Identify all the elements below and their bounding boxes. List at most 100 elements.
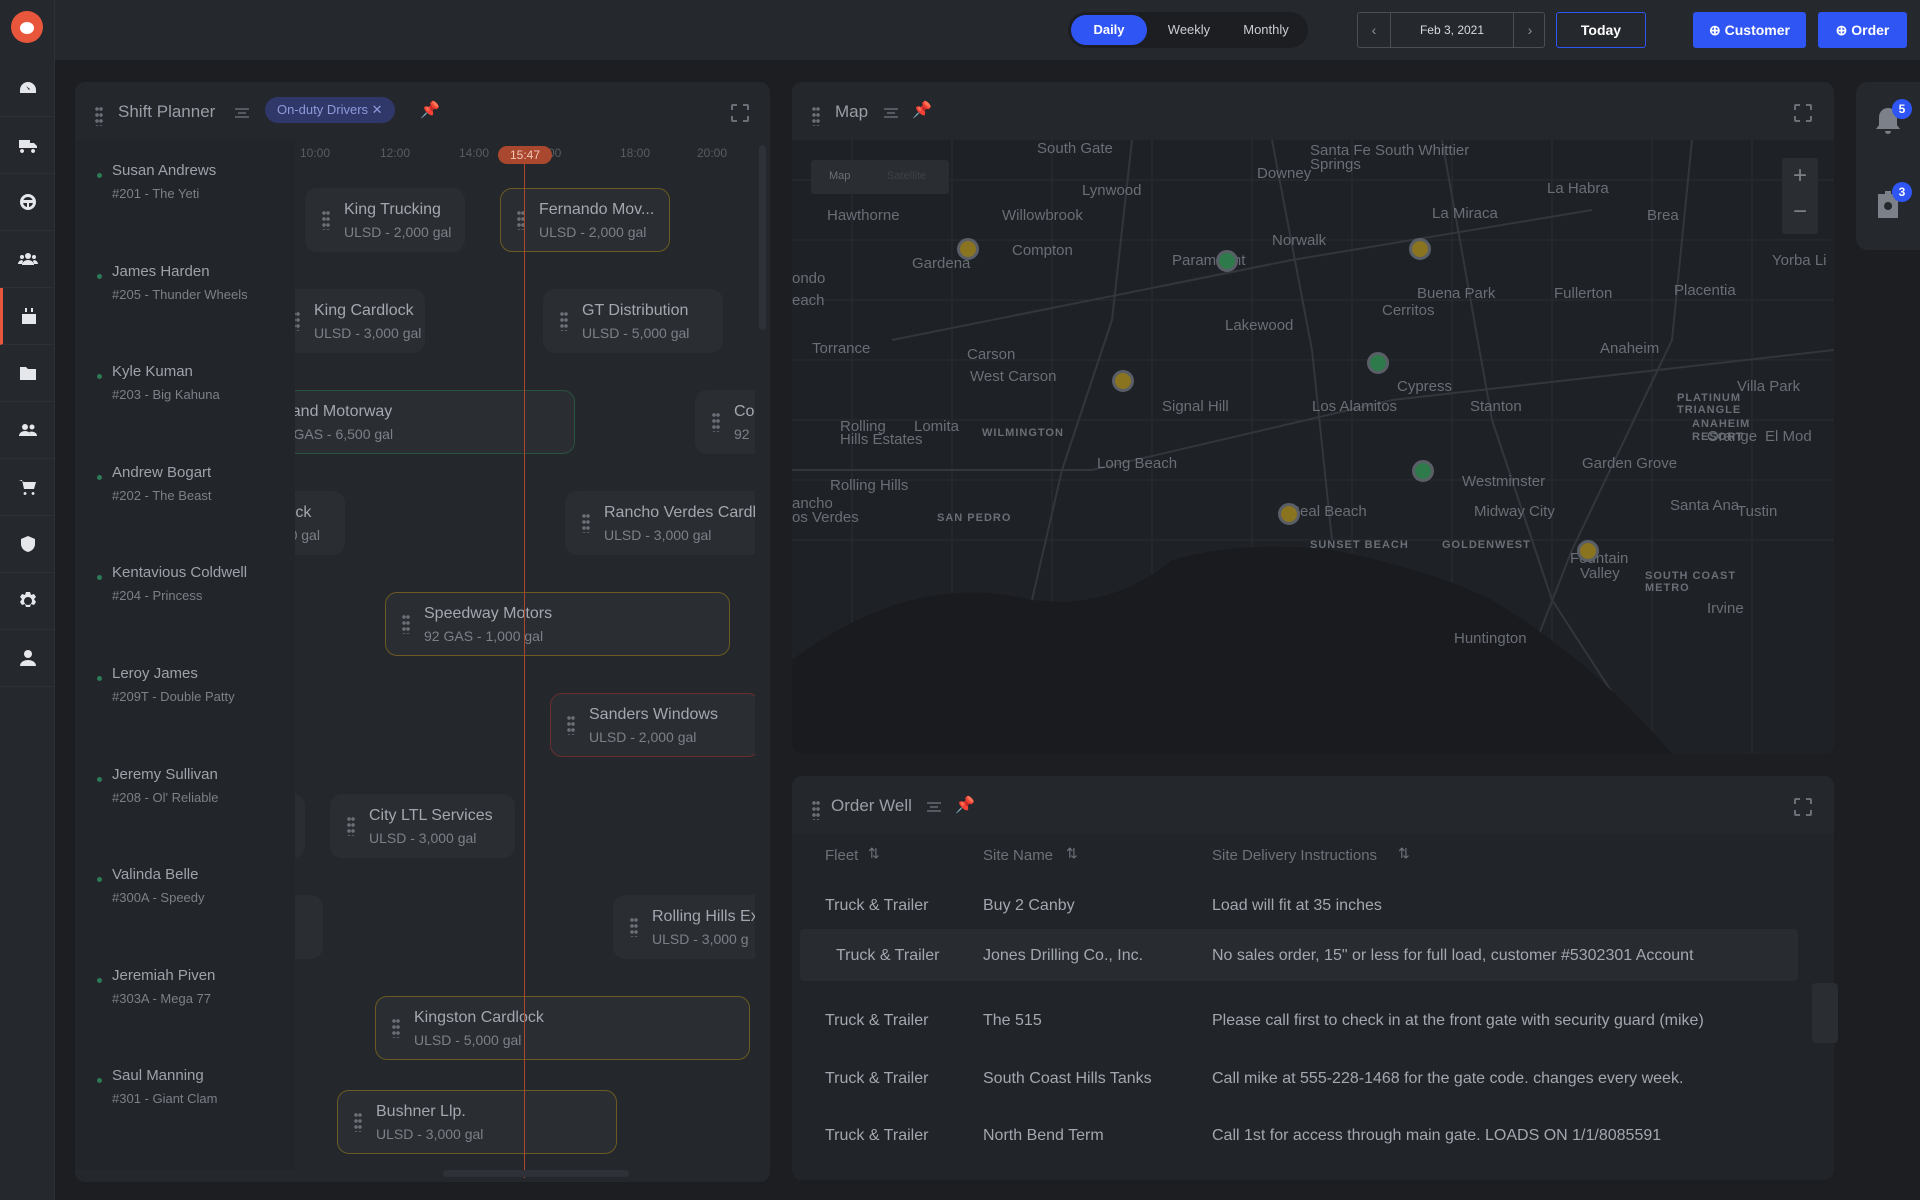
driver-row[interactable]: James Harden #205 - Thunder Wheels [75,263,295,323]
delivery-job-card[interactable]: King Trucking ULSD - 2,000 gal [305,188,465,252]
map-location-pin[interactable] [1112,370,1134,392]
delivery-job-card[interactable]: Grand Motorway 92 GAS - 6,500 gal [295,390,575,454]
delivery-job-card[interactable]: City LTL Services ULSD - 3,000 gal [330,794,515,858]
satellite-toggle-option[interactable]: Satellite [887,170,926,182]
map-toggle-option[interactable]: Map [829,170,850,182]
drag-handle-icon[interactable] [567,715,575,735]
column-header-instructions[interactable]: Site Delivery Instructions [1212,847,1377,864]
delivery-job-card[interactable]: dlock 000 gal [295,491,345,555]
instructions-cell: No sales order, 15" or less for full loa… [1212,947,1694,964]
truck-icon[interactable] [0,117,55,174]
delivery-job-card[interactable]: GT Distribution ULSD - 5,000 gal [543,289,723,353]
cart-icon[interactable] [0,459,55,516]
delivery-job-card[interactable]: kgal [295,895,323,959]
sort-icon[interactable]: ⇅ [1066,845,1078,862]
folder-icon[interactable] [0,345,55,402]
expand-icon[interactable] [1793,797,1813,817]
gear-icon[interactable] [0,573,55,630]
map-location-pin[interactable] [1278,503,1300,525]
pin-icon[interactable]: 📌 [420,100,440,120]
vertical-scrollbar[interactable] [759,145,766,330]
expand-icon[interactable] [1793,103,1813,123]
map-location-pin[interactable] [1577,540,1599,562]
chevron-right-icon[interactable]: › [1514,13,1546,47]
expand-icon[interactable] [730,103,750,123]
add-customer-button[interactable]: ⊕ Customer [1693,12,1806,48]
sort-icon[interactable]: ⇅ [1398,845,1410,862]
map-location-pin[interactable] [1412,460,1434,482]
map-place-label: Midway City [1474,503,1555,520]
weekly-tab[interactable]: Weekly [1152,15,1226,45]
drag-handle-icon[interactable] [95,106,103,126]
sort-icon[interactable]: ⇅ [868,845,880,862]
map-place-label: Westminster [1462,473,1546,490]
delivery-job-card[interactable]: Bushner Llp. ULSD - 3,000 gal [337,1090,617,1154]
delivery-job-card[interactable]: al [295,794,305,858]
job-name: City LTL Services [369,807,493,824]
add-order-button[interactable]: ⊕ Order [1818,12,1907,48]
driver-row[interactable]: Susan Andrews #201 - The Yeti [75,162,295,222]
drag-handle-icon[interactable] [347,816,355,836]
drag-handle-icon[interactable] [812,106,820,126]
filter-icon[interactable] [884,108,898,118]
delivery-job-card[interactable]: King Cardlock ULSD - 3,000 gal [295,289,425,353]
app-logo[interactable] [11,11,43,43]
user-icon[interactable] [0,630,55,687]
horizontal-scrollbar[interactable] [443,1170,629,1177]
filter-icon[interactable] [235,108,249,118]
column-header-fleet[interactable]: Fleet [825,847,858,864]
delivery-job-card[interactable]: Kingston Cardlock ULSD - 5,000 gal [375,996,750,1060]
delivery-job-card[interactable]: Co 92 [695,390,755,454]
drag-handle-icon[interactable] [392,1018,400,1038]
steering-wheel-icon[interactable] [0,174,55,231]
monthly-tab[interactable]: Monthly [1228,15,1304,45]
today-button[interactable]: Today [1556,12,1646,48]
driver-row[interactable]: Saul Manning #301 - Giant Clam [75,1067,295,1127]
scroll-indicator[interactable] [1812,983,1838,1043]
on-duty-filter-chip[interactable]: On-duty Drivers ✕ [265,97,395,123]
drag-handle-icon[interactable] [295,311,300,331]
driver-truck: #202 - The Beast [112,487,212,503]
drag-handle-icon[interactable] [354,1112,362,1132]
users-group-icon[interactable] [0,231,55,288]
driver-row[interactable]: Kentavious Coldwell #204 - Princess [75,564,295,624]
pin-icon[interactable]: 📌 [955,795,975,815]
map-location-pin[interactable] [1216,250,1238,272]
delivery-job-card[interactable]: Fernando Mov... ULSD - 2,000 gal [500,188,670,252]
delivery-job-card[interactable]: Speedway Motors 92 GAS - 1,000 gal [385,592,730,656]
driver-row[interactable]: Valinda Belle #300A - Speedy [75,866,295,926]
delivery-job-card[interactable]: Rolling Hills Ex ULSD - 3,000 g [613,895,755,959]
map-location-pin[interactable] [1409,238,1431,260]
chevron-left-icon[interactable]: ‹ [1358,13,1390,47]
zoom-out-button[interactable]: − [1782,194,1818,230]
column-header-site[interactable]: Site Name [983,847,1053,864]
zoom-in-button[interactable]: + [1782,158,1818,194]
drag-handle-icon[interactable] [712,412,720,432]
driver-row[interactable]: Jeremiah Piven #303A - Mega 77 [75,967,295,1027]
drag-handle-icon[interactable] [402,614,410,634]
job-name: Sanders Windows [589,706,718,723]
filter-icon[interactable] [927,802,941,812]
delivery-job-card[interactable]: Sanders Windows ULSD - 2,000 gal [550,693,755,757]
pin-icon[interactable]: 📌 [912,100,932,120]
driver-row[interactable]: Leroy James #209T - Double Patty [75,665,295,725]
calendar-icon[interactable] [0,288,55,345]
map-location-pin[interactable] [1367,352,1389,374]
job-detail: ULSD - 3,000 gal [376,1126,484,1142]
shield-icon[interactable] [0,516,55,573]
map-canvas[interactable]: South Gate Downey Santa Fe South Whittier S… [792,140,1834,754]
driver-row[interactable]: Andrew Bogart #202 - The Beast [75,464,295,524]
contacts-icon[interactable] [0,402,55,459]
drag-handle-icon[interactable] [630,917,638,937]
dashboard-icon[interactable] [0,60,55,117]
daily-tab[interactable]: Daily [1071,15,1147,45]
driver-row[interactable]: Kyle Kuman #203 - Big Kahuna [75,363,295,423]
current-date[interactable]: Feb 3, 2021 [1390,13,1514,47]
drag-handle-icon[interactable] [560,311,568,331]
map-location-pin[interactable] [957,238,979,260]
driver-row[interactable]: Jeremy Sullivan #208 - Ol' Reliable [75,766,295,826]
drag-handle-icon[interactable] [582,513,590,533]
drag-handle-icon[interactable] [812,800,820,820]
delivery-job-card[interactable]: Rancho Verdes Cardl ULSD - 3,000 gal [565,491,755,555]
drag-handle-icon[interactable] [322,210,330,230]
